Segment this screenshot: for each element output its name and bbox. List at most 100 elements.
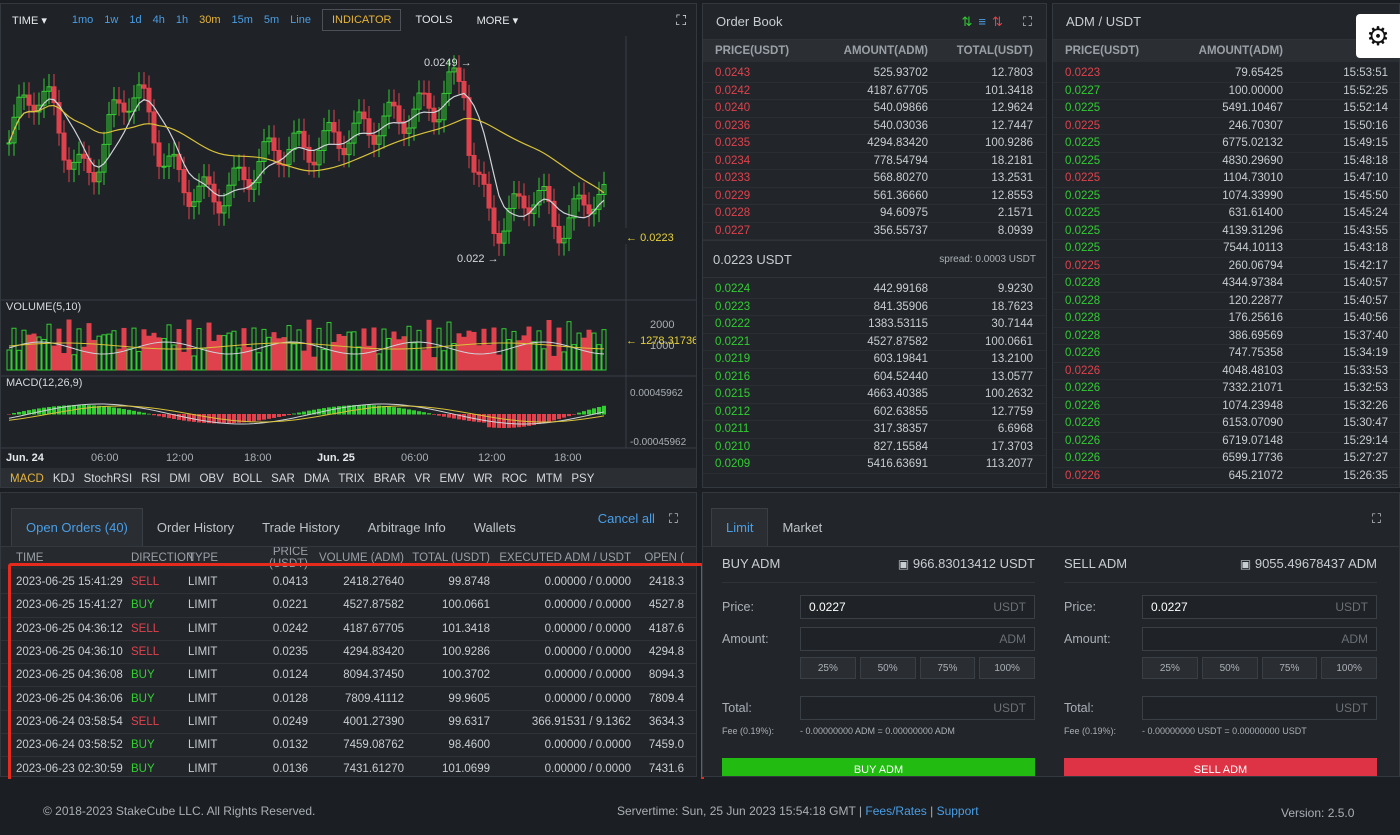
table-row[interactable]: 2023-06-23 02:30:59 BUY LIMIT 0.0136 7431.61… [1,757,696,776]
orderbook-row[interactable]: 0.0229 561.36660 12.8553 [703,188,1046,205]
more-dropdown[interactable]: MORE ▾ [477,14,519,27]
table-row[interactable]: 2023-06-24 03:58:54 SELL LIMIT 0.0249 4001.2… [1,711,696,735]
fullscreen-icon[interactable]: ⛶ [669,511,678,527]
indicator-sar[interactable]: SAR [271,473,295,485]
tab-trade-history[interactable]: Trade History [248,508,354,546]
sell-submit-button[interactable]: SELL ADM [1064,758,1377,776]
fullscreen-icon[interactable]: ⛶ [1372,511,1381,527]
tf-4h[interactable]: 4h [153,14,165,26]
tf-5m[interactable]: 5m [264,14,279,26]
settings-gear-icon[interactable]: ⚙ [1356,14,1400,58]
orderbook-row[interactable]: 0.0235 4294.83420 100.9286 [703,135,1046,153]
tools-button[interactable]: TOOLS [415,14,452,26]
indicator-brar[interactable]: BRAR [374,473,406,485]
orderbook-row[interactable]: 0.0224 442.99168 9.9230 [703,281,1046,299]
orderbook-row[interactable]: 0.0211 317.38357 6.6968 [703,421,1046,439]
buy-total-input[interactable]: USDT [800,696,1035,720]
buy-amount-input[interactable]: ADM [800,627,1035,651]
fees-link[interactable]: Fees/Rates [865,804,926,818]
indicator-trix[interactable]: TRIX [338,473,364,485]
indicator-boll[interactable]: BOLL [233,473,262,485]
show-bids-asks-icon[interactable]: ⇅ [961,14,972,30]
pct-25-button[interactable]: 25% [800,657,856,679]
buy-submit-button[interactable]: BUY ADM [722,758,1035,776]
tf-1mo[interactable]: 1mo [72,14,93,26]
show-asks-icon[interactable]: ⇅ [992,14,1003,30]
indicator-macd[interactable]: MACD [10,473,44,485]
buy-price-input[interactable]: 0.0227 USDT [800,595,1035,619]
orderbook-row[interactable]: 0.0236 540.03036 12.7447 [703,118,1046,135]
cancel-all-link[interactable]: Cancel all [598,511,655,527]
indicator-emv[interactable]: EMV [440,473,465,485]
indicator-stochrsi[interactable]: StochRSI [84,473,133,485]
tab-limit[interactable]: Limit [711,508,769,546]
tf-1d[interactable]: 1d [129,14,141,26]
sell-amount-input[interactable]: ADM [1142,627,1377,651]
orderbook-row[interactable]: 0.0243 525.93702 12.7803 [703,65,1046,83]
orderbook-row[interactable]: 0.0219 603.19841 13.2100 [703,351,1046,369]
orderbook-row[interactable]: 0.0227 356.55737 8.0939 [703,223,1046,240]
pct-50-button[interactable]: 50% [859,657,916,679]
amount-cell: 5491.10467 [1222,102,1283,115]
tab-open-orders[interactable]: Open Orders (40) [11,508,143,546]
time-dropdown[interactable]: TIME ▾ [12,14,47,27]
indicator-dmi[interactable]: DMI [169,473,190,485]
indicator-mtm[interactable]: MTM [536,473,562,485]
tab-wallets[interactable]: Wallets [460,508,530,546]
pct-100-button[interactable]: 100% [1321,657,1377,679]
indicator-wr[interactable]: WR [473,473,492,485]
orderbook-row[interactable]: 0.0234 778.54794 18.2181 [703,153,1046,170]
candlestick-chart[interactable]: 0.0249 → 0.022 → ← 0.0223 VOLUME(5,10) 2… [1,36,697,468]
orderbook-row[interactable]: 0.0228 94.60975 2.1571 [703,205,1046,223]
pct-75-button[interactable]: 75% [919,657,976,679]
table-row[interactable]: 2023-06-25 04:36:12 SELL LIMIT 0.0242 4187.6… [1,618,696,641]
tf-line[interactable]: Line [290,14,311,26]
orderbook-row[interactable]: 0.0221 4527.87582 100.0661 [703,334,1046,351]
volume-bar [376,353,382,371]
tab-order-history[interactable]: Order History [143,508,248,546]
tf-30m[interactable]: 30m [199,14,220,26]
pct-50-button[interactable]: 50% [1201,657,1258,679]
pct-25-button[interactable]: 25% [1142,657,1198,679]
orderbook-row[interactable]: 0.0222 1383.53115 30.7144 [703,316,1046,334]
fullscreen-icon[interactable]: ⛶ [676,12,686,29]
orderbook-row[interactable]: 0.0216 604.52440 13.0577 [703,369,1046,386]
table-row[interactable]: 2023-06-25 04:36:06 BUY LIMIT 0.0128 7809.41… [1,687,696,711]
orderbook-row[interactable]: 0.0223 841.35906 18.7623 [703,299,1046,316]
indicator-psy[interactable]: PSY [571,473,594,485]
indicator-obv[interactable]: OBV [199,473,223,485]
show-all-icon[interactable]: ≡ [978,14,986,30]
tab-arbitrage-info[interactable]: Arbitrage Info [354,508,460,546]
orderbook-row[interactable]: 0.0240 540.09866 12.9624 [703,100,1046,118]
orderbook-row[interactable]: 0.0210 827.15584 17.3703 [703,439,1046,456]
col-total: TOTAL (USDT) [412,552,490,564]
indicator-dma[interactable]: DMA [304,473,330,485]
support-link[interactable]: Support [937,804,979,818]
table-row[interactable]: 2023-06-25 04:36:10 SELL LIMIT 0.0235 4294.8… [1,641,696,665]
pct-100-button[interactable]: 100% [979,657,1035,679]
orderbook-row[interactable]: 0.0215 4663.40385 100.2632 [703,386,1046,404]
sell-total-input[interactable]: USDT [1142,696,1377,720]
pct-75-button[interactable]: 75% [1261,657,1318,679]
indicator-vr[interactable]: VR [415,473,431,485]
tf-1h[interactable]: 1h [176,14,188,26]
orderbook-row[interactable]: 0.0233 568.80270 13.2531 [703,170,1046,188]
indicator-roc[interactable]: ROC [502,473,528,485]
orderbook-row[interactable]: 0.0242 4187.67705 101.3418 [703,83,1046,100]
sell-price-input[interactable]: 0.0227 USDT [1142,595,1377,619]
indicator-button[interactable]: INDICATOR [321,9,402,31]
table-row[interactable]: 2023-06-24 03:58:52 BUY LIMIT 0.0132 7459.08… [1,734,696,758]
table-row[interactable]: 2023-06-25 04:36:08 BUY LIMIT 0.0124 8094.37… [1,664,696,688]
tf-15m[interactable]: 15m [231,14,252,26]
orderbook-row[interactable]: 0.0209 5416.63691 113.2077 [703,456,1046,474]
table-row[interactable]: 2023-06-25 15:41:27 BUY LIMIT 0.0221 4527.87… [1,594,696,618]
tab-market[interactable]: Market [768,508,836,546]
orderbook-row[interactable]: 0.0212 602.63855 12.7759 [703,404,1046,421]
indicator-rsi[interactable]: RSI [141,473,160,485]
indicator-kdj[interactable]: KDJ [53,473,75,485]
amount-cell: 525.93702 [873,67,928,80]
fullscreen-icon[interactable]: ⛶ [1023,14,1032,30]
table-row[interactable]: 2023-06-25 15:41:29 SELL LIMIT 0.0413 2418.2… [1,571,696,595]
tf-1w[interactable]: 1w [104,14,118,26]
candle [116,99,122,104]
